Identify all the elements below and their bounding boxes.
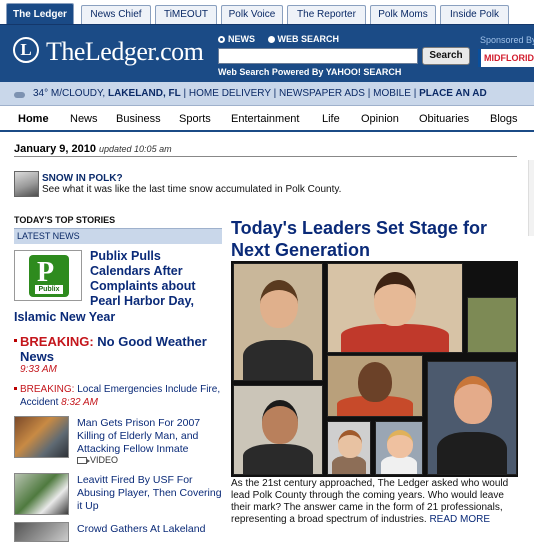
ledger-logo-icon[interactable]: L <box>13 37 39 63</box>
snow-thumbnail[interactable] <box>14 171 39 197</box>
publix-logo-icon: P Publix <box>29 255 69 297</box>
nav-home[interactable]: Home <box>18 107 49 132</box>
weather-text[interactable]: 34° M/CLOUDY, <box>33 88 105 99</box>
story-thumbnail[interactable] <box>14 522 69 542</box>
link-place-an-ad[interactable]: PLACE AN AD <box>419 88 487 99</box>
promo-text: See what it was like the last time snow … <box>42 184 342 195</box>
tab-news-chief[interactable]: News Chief <box>81 5 151 24</box>
video-camera-icon <box>77 457 90 465</box>
nav-opinion[interactable]: Opinion <box>361 107 399 132</box>
breaking-story-1[interactable]: BREAKING: No Good Weather News <box>20 334 225 364</box>
search-input[interactable] <box>218 48 418 64</box>
separator: | <box>367 88 371 99</box>
story-link[interactable]: Man Gets Prison For 2007 Killing of Elde… <box>77 417 225 456</box>
sponsored-label: Sponsored By <box>480 35 534 45</box>
tab-the-ledger[interactable]: The Ledger <box>6 3 74 24</box>
nav-life[interactable]: Life <box>322 107 340 132</box>
breaking-story-2[interactable]: BREAKING: Local Emergencies Include Fire… <box>20 383 225 409</box>
portrait-photo <box>467 297 517 353</box>
powered-by: Web Search Powered By YAHOO! SEARCH <box>218 67 402 77</box>
info-bar: 34° M/CLOUDY, LAKELAND, FL | HOME DELIVE… <box>0 82 534 106</box>
tab-polk-voice[interactable]: Polk Voice <box>221 5 283 24</box>
tab-the-reporter[interactable]: The Reporter <box>287 5 366 24</box>
breaking-time: 8:32 AM <box>61 397 99 408</box>
radio-news-label: NEWS <box>228 34 255 44</box>
feature-headline[interactable]: Today's Leaders Set Stage for Next Gener… <box>231 217 521 261</box>
portrait-photo <box>327 263 463 353</box>
story-link[interactable]: Crowd Gathers At Lakeland <box>77 523 225 536</box>
nav-news[interactable]: News <box>70 107 98 132</box>
site-header: L TheLedger.com NEWS WEB SEARCH Search W… <box>0 24 534 82</box>
feature-photo-collage[interactable] <box>231 261 518 477</box>
nav-entertainment[interactable]: Entertainment <box>231 107 299 132</box>
tab-timeout[interactable]: TiMEOUT <box>155 5 217 24</box>
nav-business[interactable]: Business <box>116 107 161 132</box>
section-title: TODAY'S TOP STORIES <box>14 215 116 225</box>
tab-inside-polk[interactable]: Inside Polk <box>440 5 509 24</box>
site-logo[interactable]: TheLedger.com <box>46 37 204 67</box>
portrait-photo <box>233 263 323 381</box>
radio-web[interactable]: WEB SEARCH <box>267 34 340 44</box>
separator: | <box>273 88 277 99</box>
link-home-delivery[interactable]: HOME DELIVERY <box>189 88 271 99</box>
search-options: NEWS WEB SEARCH <box>218 34 339 44</box>
radio-unselected-icon <box>267 36 275 44</box>
link-mobile[interactable]: MOBILE <box>373 88 411 99</box>
search-button[interactable]: Search <box>422 47 470 65</box>
portrait-photo <box>327 355 423 417</box>
dateline: January 9, 2010 updated 10:05 am <box>14 143 172 155</box>
publix-logo[interactable]: P Publix <box>14 250 82 301</box>
lead-story-link-tail[interactable]: Islamic New Year <box>14 310 115 324</box>
portrait-photo <box>233 385 323 475</box>
promo-title[interactable]: SNOW IN POLK? <box>42 173 123 184</box>
bullet-icon <box>14 339 17 342</box>
link-newspaper-ads[interactable]: NEWSPAPER ADS <box>279 88 365 99</box>
breaking-time: 9:33 AM <box>20 364 57 375</box>
radio-selected-icon <box>218 36 225 44</box>
tab-polk-moms[interactable]: Polk Moms <box>370 5 436 24</box>
story-thumbnail[interactable] <box>14 416 69 458</box>
updated-time: updated 10:05 am <box>99 144 172 154</box>
nav-blogs[interactable]: Blogs <box>490 107 518 132</box>
radio-web-label: WEB SEARCH <box>277 34 340 44</box>
breaking-label: BREAKING: <box>20 334 94 349</box>
latest-news-header: LATEST NEWS <box>14 228 222 244</box>
portrait-photo <box>327 421 371 475</box>
nav-sports[interactable]: Sports <box>179 107 211 132</box>
portrait-photo <box>427 361 517 475</box>
story-thumbnail[interactable] <box>14 473 69 515</box>
main-nav: Home News Business Sports Entertainment … <box>0 107 534 132</box>
portrait-photo <box>375 421 423 475</box>
divider <box>14 156 517 157</box>
cloud-icon <box>14 89 25 98</box>
video-tag[interactable]: VIDEO <box>77 455 118 465</box>
right-edge <box>528 160 534 236</box>
feature-caption: As the 21st century approached, The Ledg… <box>231 478 521 526</box>
site-tabs: The Ledger News Chief TiMEOUT Polk Voice… <box>0 0 534 24</box>
video-label: VIDEO <box>90 455 119 465</box>
location[interactable]: LAKELAND, FL <box>108 88 181 99</box>
separator: | <box>413 88 417 99</box>
bullet-icon <box>14 387 17 390</box>
read-more-link[interactable]: READ MORE <box>429 514 490 525</box>
separator: | <box>183 88 187 99</box>
nav-obituaries[interactable]: Obituaries <box>419 107 469 132</box>
date: January 9, 2010 <box>14 143 96 155</box>
sponsor-logo[interactable]: MIDFLORIDA <box>478 49 534 67</box>
radio-news[interactable]: NEWS <box>218 34 255 44</box>
publix-wordmark: Publix <box>35 285 63 294</box>
story-link[interactable]: Leavitt Fired By USF For Abusing Player,… <box>77 474 225 513</box>
lead-story-link[interactable]: Publix Pulls Calendars After Complaints … <box>90 249 222 309</box>
breaking-label: BREAKING: <box>20 384 75 395</box>
